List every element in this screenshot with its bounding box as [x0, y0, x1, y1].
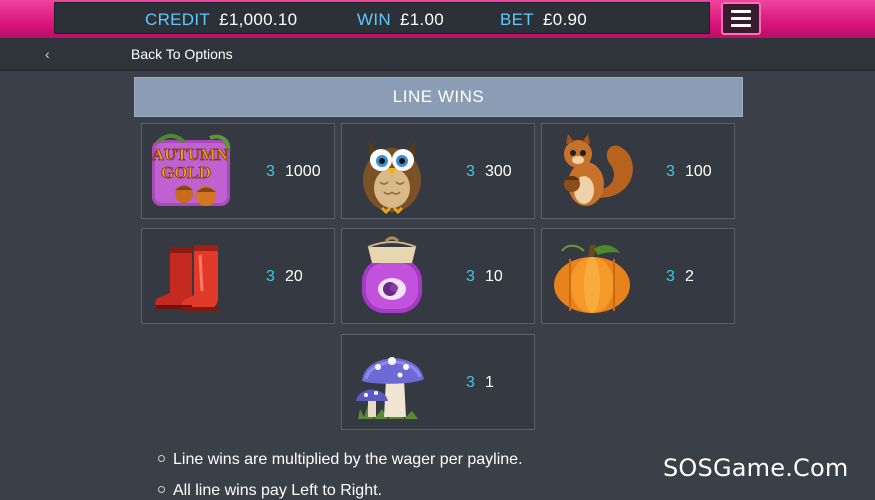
- top-bar: CREDIT £1,000.10 WIN £1.00 BET £0.90: [0, 0, 875, 38]
- credit-value: £1,000.10: [219, 10, 298, 29]
- chevron-left-icon[interactable]: ‹: [45, 46, 50, 62]
- owl-icon: [363, 140, 421, 214]
- win-label: WIN: [357, 10, 391, 29]
- payout-value: 300: [485, 163, 512, 180]
- note-item: All line wins pay Left to Right.: [158, 482, 523, 500]
- paytable-cell: 3 100: [541, 123, 735, 219]
- note-text: All line wins pay Left to Right.: [173, 482, 382, 499]
- bet-meter: BET £0.90: [500, 10, 587, 30]
- rain-boots-icon: [155, 245, 220, 311]
- back-bar: ‹ Back To Options: [0, 38, 875, 71]
- win-count: 3: [266, 268, 275, 285]
- back-to-options-link[interactable]: Back To Options: [131, 46, 233, 62]
- win-count: 3: [666, 163, 675, 180]
- payout-value: 1000: [285, 163, 321, 180]
- logo-text-2: GOLD: [161, 163, 211, 182]
- meters-panel: CREDIT £1,000.10 WIN £1.00 BET £0.90: [54, 2, 710, 34]
- credit-label: CREDIT: [145, 10, 211, 29]
- paytable-cell: 3 10: [341, 228, 535, 324]
- menu-button[interactable]: [721, 2, 761, 35]
- win-count: 3: [466, 268, 475, 285]
- win-count: 3: [466, 374, 475, 391]
- bullet-icon: [158, 486, 165, 493]
- bet-value: £0.90: [542, 10, 588, 29]
- win-value: £1.00: [399, 10, 444, 29]
- logo-text-1: AUTUMN: [152, 145, 229, 164]
- squirrel-icon: [564, 134, 633, 206]
- paytable-cell: 3 300: [341, 123, 535, 219]
- mushrooms-icon: [356, 357, 424, 419]
- paytable-cell: 3 20: [141, 228, 335, 324]
- rules-notes: Line wins are multiplied by the wager pe…: [158, 451, 523, 500]
- payout-value: 10: [485, 268, 503, 285]
- paytable-cell: 3 1: [341, 334, 535, 430]
- payout-value: 2: [685, 268, 694, 285]
- watermark: SOSGame.Com: [663, 454, 849, 482]
- win-count: 3: [466, 163, 475, 180]
- autumn-gold-logo-icon: AUTUMN GOLD: [151, 134, 231, 206]
- paytable-cell: 3 2: [541, 228, 735, 324]
- payout-value: 1: [485, 374, 494, 391]
- paytable-cell: AUTUMN GOLD 3 1000: [141, 123, 335, 219]
- note-item: Line wins are multiplied by the wager pe…: [158, 451, 523, 469]
- win-count: 3: [666, 268, 675, 285]
- win-meter: WIN £1.00: [357, 10, 444, 30]
- bet-label: BET: [500, 10, 534, 29]
- win-count: 3: [266, 163, 275, 180]
- note-text: Line wins are multiplied by the wager pe…: [173, 451, 523, 468]
- payout-value: 100: [685, 163, 712, 180]
- jam-jar-icon: [362, 236, 422, 313]
- section-title: LINE WINS: [134, 77, 743, 117]
- credit-meter: CREDIT £1,000.10: [145, 10, 297, 30]
- payout-value: 20: [285, 268, 303, 285]
- pumpkin-icon: [554, 244, 630, 313]
- bullet-icon: [158, 455, 165, 462]
